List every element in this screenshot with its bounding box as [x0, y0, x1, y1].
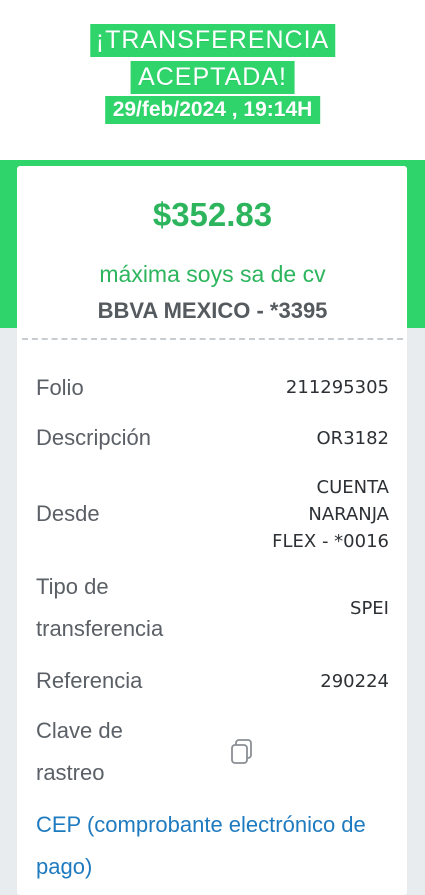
dashed-divider	[22, 338, 403, 340]
detail-value-desde-line: FLEX - *0016	[272, 531, 389, 552]
detail-label-tipo-transferencia: Tipo de transferencia	[36, 566, 163, 650]
detail-value-desde: CUENTA NARANJA FLEX - *0016	[272, 474, 389, 555]
detail-value-tipo-transferencia: SPEI	[350, 598, 389, 619]
detail-label-clave-rastreo: Clave de rastreo	[36, 710, 123, 794]
detail-value-descripcion: OR3182	[316, 428, 389, 449]
cep-link[interactable]: CEP (comprobante electrónico de pago)	[36, 804, 386, 888]
transfer-datetime: 29/feb/2024 , 19:14H	[104, 96, 321, 124]
transfer-amount: $352.83	[152, 196, 273, 233]
detail-value-desde-line: CUENTA	[316, 477, 390, 498]
detail-label-descripcion: Descripción	[36, 425, 151, 450]
detail-label-line: transferencia	[36, 616, 164, 641]
detail-value-folio: 211295305	[285, 377, 389, 398]
status-title-line2: ACEPTADA!	[130, 61, 295, 94]
detail-value-referencia: 290224	[320, 671, 389, 692]
detail-label-line: Tipo de	[36, 574, 109, 599]
detail-label-referencia: Referencia	[36, 668, 143, 693]
beneficiary-name: máxima soys sa de cv	[99, 261, 326, 287]
copy-icon[interactable]	[229, 738, 255, 766]
detail-label-desde: Desde	[36, 501, 100, 526]
detail-label-folio: Folio	[36, 375, 84, 400]
detail-value-desde-line: NARANJA	[308, 504, 389, 525]
beneficiary-bank-account: BBVA MEXICO - *3395	[97, 298, 328, 323]
detail-label-line: rastreo	[36, 760, 105, 785]
detail-label-line: Clave de	[36, 718, 123, 743]
status-title-line1: ¡TRANSFERENCIA	[89, 24, 336, 57]
